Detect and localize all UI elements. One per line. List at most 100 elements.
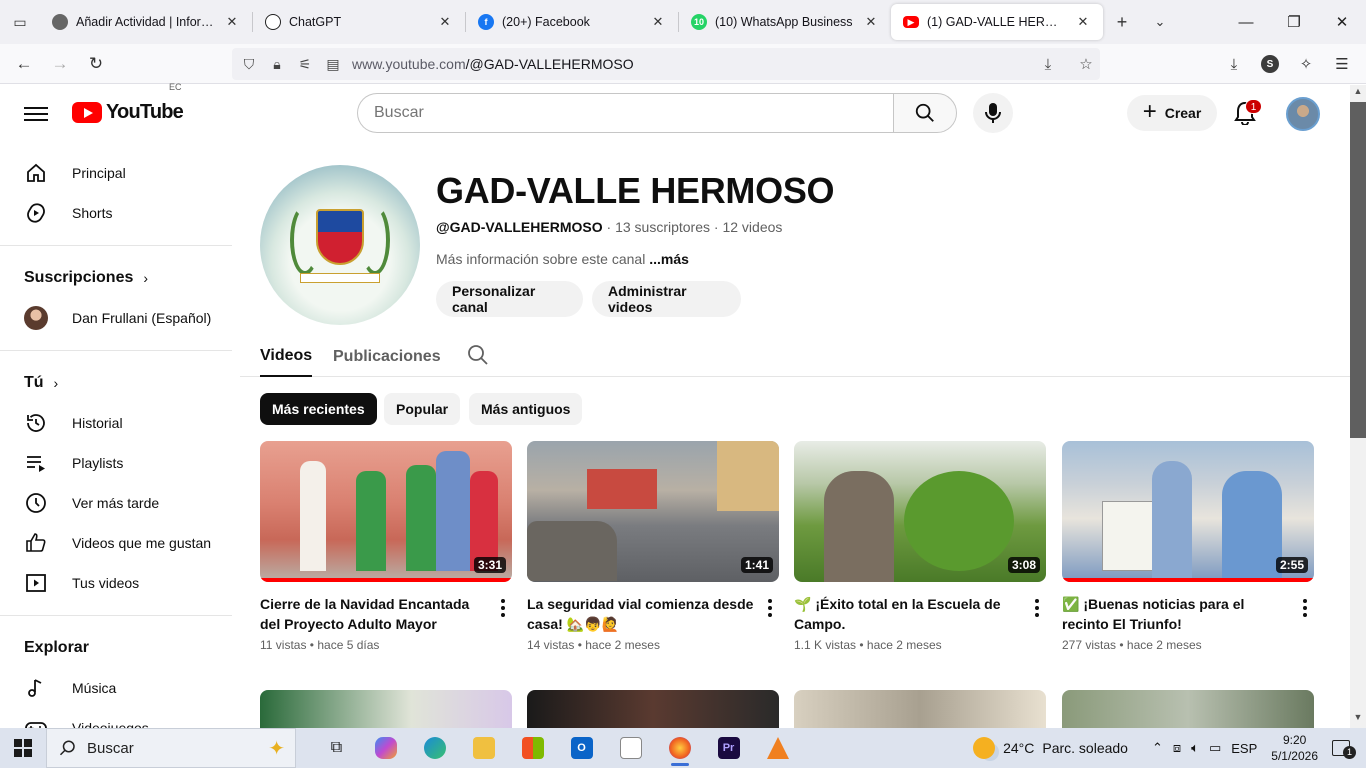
- menu-icon[interactable]: ☰: [1326, 48, 1358, 80]
- reload-icon[interactable]: ↻: [78, 48, 114, 80]
- sidebar-item-subscription[interactable]: Dan Frullani (Español): [0, 298, 232, 338]
- shield-icon[interactable]: ⛉: [240, 56, 258, 73]
- browser-tab-whatsapp[interactable]: 10 (10) WhatsApp Business ✕: [679, 4, 891, 40]
- new-tab-icon[interactable]: +: [1103, 0, 1141, 44]
- reader-icon[interactable]: ▤: [324, 56, 342, 73]
- sidebar-item-liked[interactable]: Videos que me gustan: [0, 523, 232, 563]
- sidebar-item-historial[interactable]: Historial: [0, 403, 232, 443]
- subscriptions-header[interactable]: Suscripciones ›: [0, 258, 232, 298]
- video-title[interactable]: La seguridad vial comienza desde casa! 🏡…: [527, 594, 755, 634]
- customize-channel-button[interactable]: Personalizar canal: [436, 281, 583, 317]
- close-tab-icon[interactable]: ✕: [437, 14, 453, 30]
- taskbar-search[interactable]: Buscar ✦: [46, 728, 296, 768]
- close-tab-icon[interactable]: ✕: [1075, 14, 1091, 30]
- minimize-icon[interactable]: —: [1222, 0, 1270, 44]
- notifications-button[interactable]: 1: [1229, 97, 1262, 129]
- hamburger-menu-icon[interactable]: [24, 103, 48, 123]
- chip-popular[interactable]: Popular: [384, 393, 461, 425]
- scrollbar-thumb[interactable]: [1350, 102, 1366, 438]
- tab-publicaciones[interactable]: Publicaciones: [333, 337, 441, 377]
- chip-mas-antiguos[interactable]: Más antiguos: [469, 393, 583, 425]
- video-thumbnail[interactable]: [260, 690, 512, 728]
- account-icon[interactable]: S: [1261, 55, 1279, 73]
- edge-icon[interactable]: [410, 728, 459, 768]
- chevron-down-icon[interactable]: ⌄: [1141, 0, 1179, 44]
- manage-videos-button[interactable]: Administrar videos: [592, 281, 741, 317]
- video-title[interactable]: 🌱 ¡Éxito total en la Escuela de Campo.: [794, 594, 1022, 634]
- tab-list-icon[interactable]: ▭: [0, 0, 40, 44]
- copilot-icon[interactable]: [361, 728, 410, 768]
- restore-icon[interactable]: ❐: [1270, 0, 1318, 44]
- close-tab-icon[interactable]: ✕: [863, 14, 879, 30]
- video-thumbnail[interactable]: 2:55: [1062, 441, 1314, 582]
- bookmark-star-icon[interactable]: ☆: [1072, 55, 1100, 73]
- address-bar[interactable]: ⛉ 🔒︎ ⚟ ▤ www.youtube.com/@GAD-VALLEHERMO…: [232, 48, 1100, 80]
- video-thumbnail[interactable]: 3:31: [260, 441, 512, 582]
- premiere-icon[interactable]: Pr: [704, 728, 753, 768]
- you-header[interactable]: Tú ›: [0, 363, 232, 403]
- microsoft-store-icon[interactable]: [508, 728, 557, 768]
- meet-now-icon[interactable]: ⧈: [1173, 740, 1181, 756]
- account-avatar[interactable]: [1286, 97, 1320, 131]
- browser-tab-youtube[interactable]: ▶ (1) GAD-VALLE HERMOSO - YouTube ✕: [891, 4, 1103, 40]
- sidebar-item-tus-videos[interactable]: Tus videos: [0, 563, 232, 603]
- video-title[interactable]: Cierre de la Navidad Encantada del Proye…: [260, 594, 488, 634]
- sidebar-item-principal[interactable]: Principal: [0, 153, 232, 193]
- more-actions-icon[interactable]: [1030, 596, 1044, 620]
- sidebar-item-ver-mas-tarde[interactable]: Ver más tarde: [0, 483, 232, 523]
- create-button[interactable]: + Crear: [1127, 95, 1217, 131]
- close-tab-icon[interactable]: ✕: [224, 14, 240, 30]
- task-view-icon[interactable]: ⧉: [312, 728, 361, 768]
- video-card[interactable]: 3:08 🌱 ¡Éxito total en la Escuela de Cam…: [794, 441, 1046, 652]
- lock-icon[interactable]: 🔒︎: [268, 56, 286, 73]
- more-actions-icon[interactable]: [763, 596, 777, 620]
- channel-avatar-large[interactable]: [260, 165, 420, 325]
- downloads-icon[interactable]: ⤓: [1218, 48, 1250, 80]
- video-thumbnail[interactable]: 1:41: [527, 441, 779, 582]
- file-explorer-icon[interactable]: [459, 728, 508, 768]
- more-actions-icon[interactable]: [1298, 596, 1312, 620]
- channel-search-button[interactable]: [466, 343, 490, 372]
- video-card[interactable]: 3:31 Cierre de la Navidad Encantada del …: [260, 441, 512, 652]
- extensions-icon[interactable]: ✧: [1290, 48, 1322, 80]
- notification-center-icon[interactable]: 1: [1332, 737, 1356, 759]
- close-tab-icon[interactable]: ✕: [650, 14, 666, 30]
- chip-mas-recientes[interactable]: Más recientes: [260, 393, 377, 425]
- clock[interactable]: 9:20 5/1/2026: [1271, 732, 1318, 764]
- language-indicator[interactable]: ESP: [1231, 741, 1257, 756]
- video-thumbnail[interactable]: [527, 690, 779, 728]
- youtube-logo[interactable]: YouTube: [72, 101, 184, 124]
- permissions-icon[interactable]: ⚟: [296, 56, 314, 73]
- sidebar-item-playlists[interactable]: Playlists: [0, 443, 232, 483]
- network-icon[interactable]: ▭: [1209, 740, 1221, 756]
- forward-icon[interactable]: →: [42, 48, 78, 80]
- voice-search-button[interactable]: [973, 93, 1013, 133]
- search-input[interactable]: [357, 93, 893, 133]
- save-page-icon[interactable]: ⤓: [1034, 56, 1062, 73]
- browser-tab-facebook[interactable]: f (20+) Facebook ✕: [466, 4, 678, 40]
- browser-tab-chatgpt[interactable]: ChatGPT ✕: [253, 4, 465, 40]
- url-text[interactable]: www.youtube.com/@GAD-VALLEHERMOSO: [352, 56, 1024, 72]
- sidebar-item-shorts[interactable]: Shorts: [0, 193, 232, 233]
- tab-videos[interactable]: Videos: [260, 337, 313, 377]
- search-button[interactable]: [893, 93, 957, 133]
- video-card[interactable]: 2:55 ✅ ¡Buenas noticias para el recinto …: [1062, 441, 1314, 652]
- weather-widget[interactable]: 24°C Parc. soleado: [973, 737, 1128, 759]
- video-title[interactable]: ✅ ¡Buenas noticias para el recinto El Tr…: [1062, 594, 1290, 634]
- more-link[interactable]: ...más: [649, 251, 689, 267]
- video-thumbnail[interactable]: [794, 690, 1046, 728]
- vlc-icon[interactable]: [753, 728, 802, 768]
- scroll-down-icon[interactable]: ▼: [1350, 712, 1366, 726]
- video-thumbnail[interactable]: 3:08: [794, 441, 1046, 582]
- video-card[interactable]: 1:41 La seguridad vial comienza desde ca…: [527, 441, 779, 652]
- channel-description[interactable]: Más información sobre este canal ...más: [436, 251, 689, 267]
- windows-start-button[interactable]: [0, 728, 46, 768]
- speaker-icon[interactable]: 🔈︎: [1191, 740, 1199, 756]
- notepad-icon[interactable]: [606, 728, 655, 768]
- outlook-icon[interactable]: O: [557, 728, 606, 768]
- chevron-up-icon[interactable]: ⌃: [1152, 740, 1163, 756]
- close-window-icon[interactable]: ✕: [1318, 0, 1366, 44]
- sidebar-item-videojuegos[interactable]: Videojuegos: [0, 708, 232, 728]
- more-actions-icon[interactable]: [496, 596, 510, 620]
- scroll-up-icon[interactable]: ▲: [1350, 86, 1366, 100]
